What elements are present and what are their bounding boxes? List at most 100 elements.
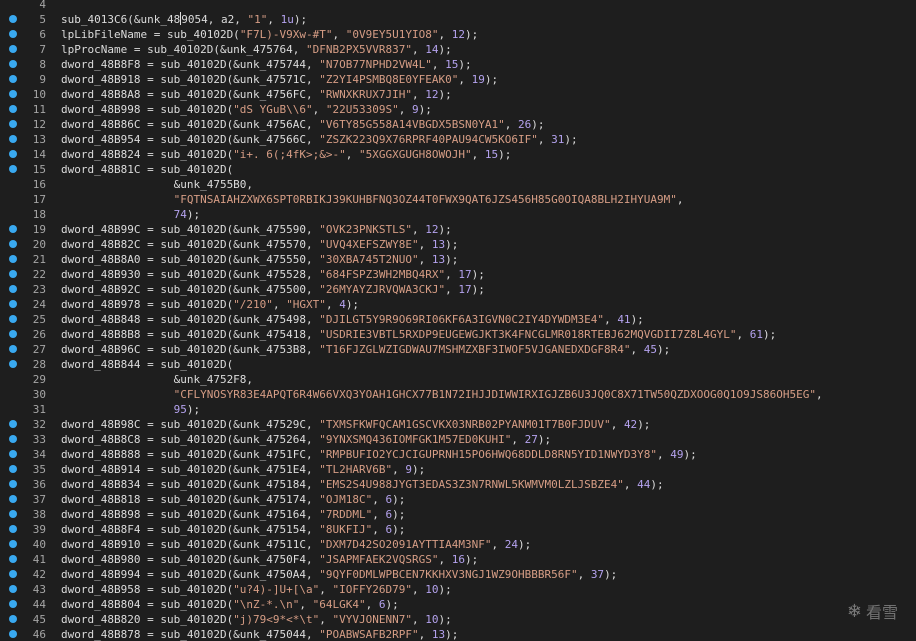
breakpoint-icon[interactable]	[9, 315, 17, 323]
breakpoint-icon[interactable]	[9, 585, 17, 593]
code-token: );	[392, 493, 406, 506]
breakpoint-icon[interactable]	[9, 360, 17, 368]
code-text: dword_48B820 = sub_40102D("j)79<9*<*\t",…	[61, 612, 452, 627]
breakpoint-icon[interactable]	[9, 570, 17, 578]
code-token: );	[650, 478, 664, 491]
code-editor[interactable]: 4 5 sub_4013C6(&unk_489054, a2, "1", 1u); 6…	[0, 0, 916, 641]
code-token: dword_48B98C = sub_40102D(&unk_47529C,	[61, 418, 320, 431]
code-text: 95);	[61, 402, 201, 417]
code-token: ,	[319, 583, 333, 596]
number-literal: 13	[431, 238, 446, 251]
code-token: );	[186, 208, 201, 221]
breakpoint-icon[interactable]	[9, 330, 17, 338]
code-token: ,	[438, 553, 452, 566]
code-token: );	[657, 343, 671, 356]
breakpoint-icon[interactable]	[9, 615, 17, 623]
breakpoint-icon[interactable]	[9, 465, 17, 473]
string-literal: "26MYAYZJRVQWA3CKJ"	[319, 283, 446, 296]
code-text: dword_48B978 = sub_40102D("/210", "HGXT"…	[61, 297, 359, 312]
breakpoint-icon[interactable]	[9, 135, 17, 143]
code-token: );	[186, 403, 201, 416]
breakpoint-icon[interactable]	[9, 45, 17, 53]
breakpoint-icon[interactable]	[9, 30, 17, 38]
breakpoint-icon[interactable]	[9, 495, 17, 503]
breakpoint-icon[interactable]	[9, 630, 17, 638]
string-literal: "UVQ4XEFSZWY8E"	[319, 238, 419, 251]
string-literal: "1"	[247, 13, 268, 26]
line-number: 8	[39, 58, 46, 71]
code-token: ,	[604, 313, 618, 326]
code-text: dword_48B848 = sub_40102D(&unk_475498, "…	[61, 312, 644, 327]
code-token: ,	[299, 598, 313, 611]
breakpoint-icon[interactable]	[9, 60, 17, 68]
string-literal: "TL2HARV6B"	[319, 463, 393, 476]
breakpoint-icon[interactable]	[9, 480, 17, 488]
breakpoint-icon[interactable]	[9, 165, 17, 173]
breakpoint-icon[interactable]	[9, 540, 17, 548]
code-text: dword_48B834 = sub_40102D(&unk_475184, "…	[61, 477, 664, 492]
string-literal: "N7OB77NPHD2VW4L"	[319, 58, 432, 71]
code-token: dword_48B834 = sub_40102D(&unk_475184,	[61, 478, 320, 491]
line-number: 41	[32, 553, 46, 566]
code-token: dword_48B8C8 = sub_40102D(&unk_475264,	[61, 433, 320, 446]
code-token: );	[637, 418, 651, 431]
string-literal: "TXMSFKWFQCAM1GSCVKX03NRB02PYANM01T7B0FJ…	[319, 418, 611, 431]
string-literal: "30XBA745T2NUO"	[319, 253, 419, 266]
line-number: 7	[39, 43, 46, 56]
breakpoint-icon[interactable]	[9, 120, 17, 128]
breakpoint-icon[interactable]	[9, 555, 17, 563]
code-text: dword_48B86C = sub_40102D(&unk_4756AC, "…	[61, 117, 544, 132]
breakpoint-icon[interactable]	[9, 285, 17, 293]
number-literal: 4	[339, 298, 346, 311]
string-literal: "ZSZK223Q9X76RPRF40PAU94CW5KO6IF"	[319, 133, 538, 146]
line-number: 24	[32, 298, 46, 311]
breakpoint-icon[interactable]	[9, 240, 17, 248]
code-text: dword_48B898 = sub_40102D(&unk_475164, "…	[61, 507, 405, 522]
breakpoint-icon[interactable]	[9, 525, 17, 533]
breakpoint-icon[interactable]	[9, 510, 17, 518]
breakpoint-icon[interactable]	[9, 270, 17, 278]
code-token: dword_48B96C = sub_40102D(&unk_4753B8,	[61, 343, 320, 356]
number-literal: 74	[173, 208, 187, 221]
code-token: ,	[418, 238, 432, 251]
code-token: );	[438, 43, 452, 56]
line-number: 23	[32, 283, 46, 296]
line-number: 28	[32, 358, 46, 371]
string-literal: "DXM7D42SO2091AYTTIA4M3NF"	[319, 538, 492, 551]
string-literal: "RMPBUFIO2YCJCIGUPRNH15PO6HWQ68DDLD8RN5Y…	[319, 448, 658, 461]
code-token: dword_48B958 = sub_40102D(	[61, 583, 234, 596]
breakpoint-icon[interactable]	[9, 345, 17, 353]
number-literal: 17	[458, 283, 472, 296]
code-token: ,	[736, 328, 750, 341]
breakpoint-icon[interactable]	[9, 435, 17, 443]
line-number: 13	[32, 133, 46, 146]
breakpoint-icon[interactable]	[9, 300, 17, 308]
breakpoint-icon[interactable]	[9, 225, 17, 233]
code-text: dword_48B804 = sub_40102D("\nZ-*.\n", "6…	[61, 597, 399, 612]
breakpoint-icon[interactable]	[9, 255, 17, 263]
line-number: 42	[32, 568, 46, 581]
breakpoint-icon[interactable]	[9, 15, 17, 23]
line-number: 31	[32, 403, 46, 416]
code-token: ,	[412, 583, 426, 596]
string-literal: "684FSPZ3WH2MBQ4RX"	[319, 268, 446, 281]
code-text: &unk_4752F8,	[61, 372, 253, 387]
breakpoint-icon[interactable]	[9, 600, 17, 608]
code-text: dword_48B8A8 = sub_40102D(&unk_4756FC, "…	[61, 87, 452, 102]
number-literal: 15	[445, 58, 459, 71]
code-token: ,	[431, 58, 446, 71]
code-text: dword_48B958 = sub_40102D("u?4)-]U+[\a",…	[61, 582, 452, 597]
breakpoint-icon[interactable]	[9, 105, 17, 113]
code-token: ,	[398, 103, 413, 116]
breakpoint-icon[interactable]	[9, 90, 17, 98]
code-token: ,	[319, 613, 333, 626]
breakpoint-icon[interactable]	[9, 420, 17, 428]
breakpoint-icon[interactable]	[9, 150, 17, 158]
breakpoint-icon[interactable]	[9, 450, 17, 458]
code-token: );	[392, 508, 406, 521]
number-literal: 17	[458, 268, 472, 281]
code-text: dword_48B954 = sub_40102D(&unk_47566C, "…	[61, 132, 578, 147]
code-text: dword_48B980 = sub_40102D(&unk_4750F4, "…	[61, 552, 478, 567]
breakpoint-icon[interactable]	[9, 75, 17, 83]
